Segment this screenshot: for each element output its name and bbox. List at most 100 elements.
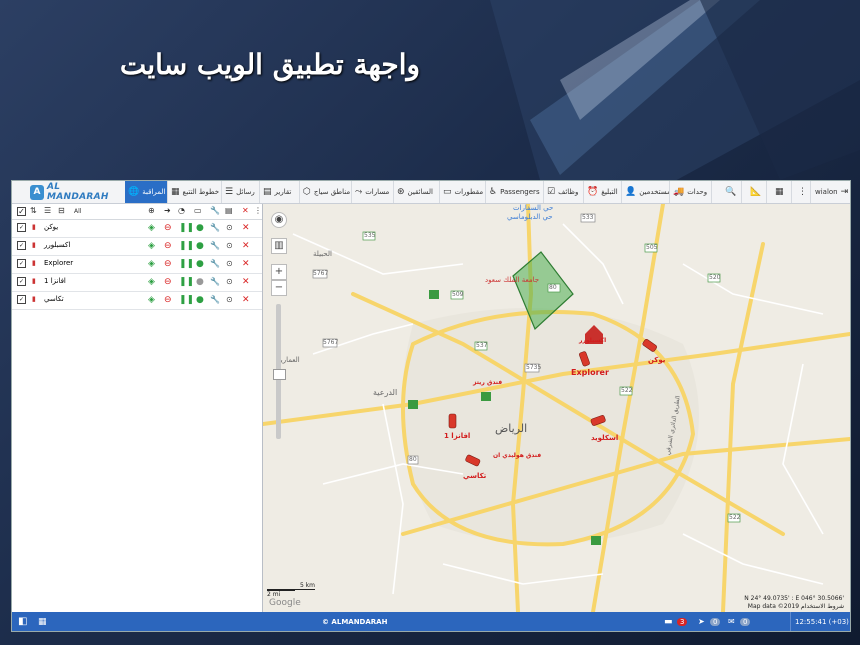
select-all-checkbox[interactable]: ✓ <box>17 207 26 216</box>
filter-icon[interactable]: ⊟ <box>58 206 65 215</box>
zoom-in-button[interactable]: + <box>271 264 287 280</box>
map-view[interactable]: 535 5767 5767 509 537 5735 80 522 520 50… <box>263 204 850 612</box>
web-app-window: A AL MANDARAH 🌐 المراقبة ▦ خطوط التتبع ☰ رس… <box>11 180 851 632</box>
measure-button[interactable]: 📐 <box>747 181 767 203</box>
tab-drivers[interactable]: ⊛ السائقين <box>394 181 440 203</box>
no-entry-icon: ⊖ <box>164 223 172 233</box>
map-type-button[interactable]: ▥ <box>271 238 287 254</box>
wrench-icon[interactable]: 🔧 <box>210 206 220 215</box>
grid-icon: ▦ <box>38 616 47 627</box>
tab-users[interactable]: 👤 مستخدمين <box>622 181 670 203</box>
locate-icon[interactable]: ◈ <box>148 277 155 287</box>
unit-checkbox[interactable]: ✓ <box>17 259 26 268</box>
road-number: 535 <box>364 232 376 239</box>
slide-title: واجهة تطبيق الويب سايت <box>119 48 420 81</box>
more-icon[interactable]: ⋮ <box>254 206 262 215</box>
no-entry-icon: ⊖ <box>164 277 172 287</box>
tab-messages[interactable]: ☰ رسائل <box>222 181 260 203</box>
tab-notifications[interactable]: ⏰ التبليغ <box>584 181 622 203</box>
search-button[interactable]: 🔍 <box>722 181 742 203</box>
road-number: 522 <box>621 387 633 394</box>
target-icon[interactable]: ⊕ <box>148 206 155 215</box>
unit-name: يوكن <box>44 223 59 231</box>
coordinate-readout: N 24° 49.0735' : E 046° 30.5066' Map dat… <box>744 595 844 610</box>
events-icon[interactable]: ✉ <box>728 612 735 631</box>
unit-checkbox[interactable]: ✓ <box>17 277 26 286</box>
apps-grid-icon: ▦ <box>775 186 784 197</box>
remove-icon[interactable]: ✕ <box>242 277 250 287</box>
sort-icon[interactable]: ⇅ <box>30 206 37 215</box>
list-icon[interactable]: ☰ <box>44 206 51 215</box>
command-icon[interactable]: ⊙ <box>226 295 233 304</box>
remove-icon[interactable]: ✕ <box>242 223 250 233</box>
tab-reports[interactable]: ▤ تقارير <box>260 181 300 203</box>
locate-icon[interactable]: ◈ <box>148 259 155 269</box>
logout-button[interactable]: wialon ⇥ <box>812 181 850 203</box>
tab-units[interactable]: 🚚 وحدات <box>670 181 712 203</box>
tab-passengers[interactable]: ♿ Passengers <box>486 181 544 203</box>
car-icon: ▮ <box>32 223 36 231</box>
wrench-icon[interactable]: 🔧 <box>210 295 220 304</box>
road-number: 5735 <box>526 364 542 371</box>
menu-button[interactable]: ⋮ <box>795 181 811 203</box>
command-icon[interactable]: ⊙ <box>226 277 233 286</box>
zoom-out-button[interactable]: − <box>271 280 287 296</box>
remove-icon[interactable]: ✕ <box>242 259 250 269</box>
doc-icon[interactable]: ▤ <box>225 206 233 215</box>
apps-button[interactable]: ▦ <box>772 181 792 203</box>
wrench-icon[interactable]: 🔧 <box>210 259 220 268</box>
unit-row[interactable]: ✓ ▮ افانزا 1 ◈ ⊖ ❚❚ ● 🔧 ⊙ ✕ <box>12 274 262 292</box>
close-icon[interactable]: ✕ <box>242 206 249 215</box>
pause-icon: ❚❚ <box>179 277 195 287</box>
unit-checkbox[interactable]: ✓ <box>17 295 26 304</box>
command-icon[interactable]: ⊙ <box>226 241 233 250</box>
tab-jobs[interactable]: ☑ وظائف <box>544 181 584 203</box>
park-icon <box>591 536 601 545</box>
command-icon[interactable]: ⊙ <box>226 259 233 268</box>
remove-icon[interactable]: ✕ <box>242 295 250 305</box>
speed-icon[interactable]: ◔ <box>178 206 185 215</box>
locate-icon[interactable]: ◈ <box>148 241 155 251</box>
zoom-slider-handle[interactable] <box>273 369 286 380</box>
unit-row[interactable]: ✓ ▮ تكاسي ◈ ⊖ ❚❚ ● 🔧 ⊙ ✕ <box>12 292 262 310</box>
unit-row[interactable]: ✓ ▮ يوكن ◈ ⊖ ❚❚ ● 🔧 ⊙ ✕ <box>12 220 262 238</box>
all-filter[interactable]: All <box>74 208 81 215</box>
car-icon: ▮ <box>32 277 36 285</box>
monitor-icon[interactable]: ▭ <box>194 206 202 215</box>
unit-name: افانزا 1 <box>44 277 66 285</box>
road-number: 537 <box>476 342 488 349</box>
counter-badge: 0 <box>740 612 751 631</box>
park-icon <box>429 290 439 299</box>
layers-button[interactable]: ◉ <box>271 212 287 228</box>
unit-list-header: ✓ ⇅ ☰ ⊟ All ⊕ ➜ ◔ ▭ 🔧 ▤ ✕ ⋮ <box>12 204 262 220</box>
globe-icon: 🌐 <box>128 186 140 197</box>
unit-checkbox[interactable]: ✓ <box>17 223 26 232</box>
eye-icon: ◉ <box>274 214 284 225</box>
unit-row[interactable]: ✓ ▮ اكسبلورر ◈ ⊖ ❚❚ ● 🔧 ⊙ ✕ <box>12 238 262 256</box>
wrench-icon[interactable]: 🔧 <box>210 241 220 250</box>
wrench-icon[interactable]: 🔧 <box>210 277 220 286</box>
unit-label-yukon: يوكن <box>648 356 666 364</box>
wrench-icon[interactable]: 🔧 <box>210 223 220 232</box>
tab-trailers[interactable]: ▭ مقطورات <box>440 181 486 203</box>
report-icon: ▤ <box>263 186 272 197</box>
clock: 12:55:41 (+03) <box>790 612 849 631</box>
tab-geofences[interactable]: ⬡ مناطق سياج <box>300 181 352 203</box>
locate-icon[interactable]: ◈ <box>148 223 155 233</box>
tab-monitoring[interactable]: 🌐 المراقبة <box>125 181 168 203</box>
car-marker-avanza[interactable] <box>448 413 457 429</box>
send-icon[interactable]: ➤ <box>698 612 705 631</box>
tab-tracks[interactable]: ▦ خطوط التتبع <box>168 181 222 203</box>
locate-icon[interactable]: ◈ <box>148 295 155 305</box>
command-icon[interactable]: ⊙ <box>226 223 233 232</box>
logo-icon: A <box>30 184 44 200</box>
pause-icon: ❚❚ <box>179 223 195 233</box>
arrow-icon[interactable]: ➜ <box>164 206 171 215</box>
unit-checkbox[interactable]: ✓ <box>17 241 26 250</box>
remove-icon[interactable]: ✕ <box>242 241 250 251</box>
grid-button[interactable]: ▦ <box>38 612 47 631</box>
toggle-panel-button[interactable]: ◧ <box>18 612 27 631</box>
unit-row[interactable]: ✓ ▮ Explorer ◈ ⊖ ❚❚ ● 🔧 ⊙ ✕ <box>12 256 262 274</box>
tab-routes[interactable]: ⤳ مسارات <box>352 181 394 203</box>
notifications-button[interactable]: ▬ <box>664 612 673 631</box>
